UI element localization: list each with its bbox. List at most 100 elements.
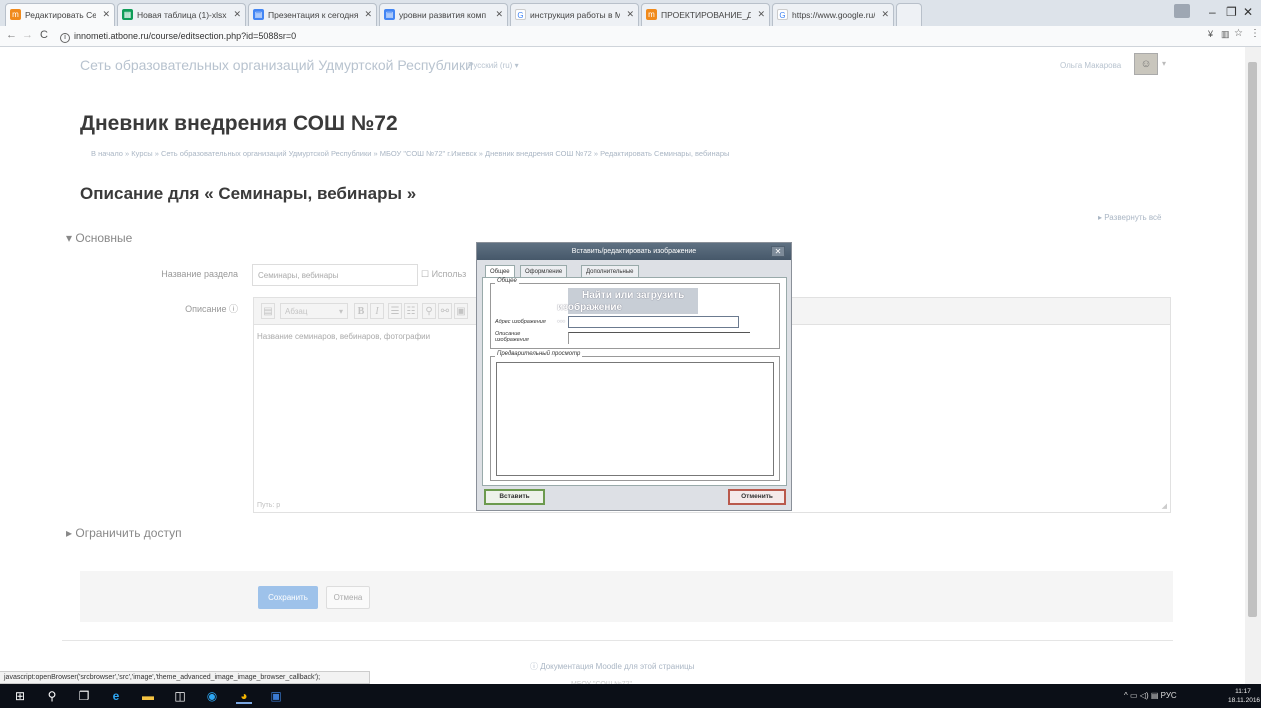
back-icon[interactable]: ← — [6, 29, 17, 41]
restrict-access-toggle[interactable]: ▸ Ограничить доступ — [66, 526, 182, 540]
clock-time: 11:17 — [1235, 688, 1251, 695]
user-name[interactable]: Ольга Макарова — [1060, 61, 1121, 70]
browser-tab-google[interactable]: G https://www.google.ru/u ✕ — [772, 3, 894, 26]
avatar[interactable]: ☺ — [1134, 53, 1158, 75]
save-button[interactable]: Сохранить — [258, 586, 318, 609]
unlink-icon[interactable]: ⚯ — [438, 303, 452, 319]
cancel-button[interactable]: Отмена — [326, 586, 370, 609]
clock[interactable]: 11:17 18.11.2016 — [1228, 687, 1261, 705]
site-header: Сеть образовательных организаций Удмуртс… — [0, 47, 1245, 85]
editor-path: Путь: p — [257, 502, 281, 509]
forward-icon[interactable]: → — [22, 29, 33, 41]
general-section-toggle[interactable]: ▾ Основные — [66, 231, 132, 245]
user-profile-icon[interactable] — [1174, 4, 1190, 18]
edge-icon[interactable]: e — [108, 688, 124, 704]
tab-title: Презентация к сегодня — [268, 10, 358, 20]
expand-all-link[interactable]: ▸ Развернуть всё — [1098, 213, 1161, 222]
volume-icon[interactable]: ◁) — [1140, 691, 1149, 700]
browser-status-bar: javascript:openBrowser('srcbrowser','src… — [0, 671, 370, 684]
link-icon[interactable]: ⚲ — [422, 303, 436, 319]
file-explorer-icon[interactable]: ▬ — [140, 688, 156, 704]
reload-icon[interactable]: C — [40, 29, 48, 41]
bookmark-star-icon[interactable]: ☆ — [1234, 28, 1243, 39]
chevron-up-icon[interactable]: ^ — [1124, 691, 1128, 700]
close-tab-icon[interactable]: ✕ — [102, 9, 110, 20]
resize-handle-icon[interactable]: ◢ — [1162, 502, 1167, 510]
sheets-icon: ▦ — [122, 9, 133, 20]
browser-tab-competence-levels[interactable]: ▤ уровни развития комп ✕ — [379, 3, 508, 26]
form-actions: Сохранить Отмена — [80, 571, 1173, 622]
close-tab-icon[interactable]: ✕ — [881, 9, 889, 20]
task-view-icon[interactable]: ❐ — [76, 688, 92, 704]
italic-button[interactable]: I — [370, 303, 384, 319]
image-alt-label: Описание изображения — [495, 331, 529, 343]
minimize-icon[interactable]: – — [1209, 5, 1216, 19]
tab-title: Редактировать Семина — [25, 10, 96, 20]
scrollbar-thumb[interactable] — [1248, 62, 1257, 617]
numbered-list-icon[interactable]: ☷ — [404, 303, 418, 319]
close-tab-icon[interactable]: ✕ — [364, 9, 372, 20]
image-preview — [496, 362, 774, 476]
dialog-title[interactable]: Вставить/редактировать изображение — [477, 243, 791, 260]
windows-start-icon[interactable]: ⊞ — [12, 688, 28, 704]
preview-legend: Предварительный просмотр — [495, 351, 583, 357]
store-icon[interactable]: ◫ — [172, 688, 188, 704]
url-field[interactable]: i innometi.atbone.ru/course/editsection.p… — [60, 29, 1175, 44]
extension-icon[interactable]: ¥ — [1208, 29, 1213, 39]
breadcrumb[interactable]: В начало » Курсы » Сеть образовательных … — [91, 149, 729, 158]
site-name-link[interactable]: Сеть образовательных организаций Удмуртс… — [80, 57, 473, 73]
close-icon[interactable]: ✕ — [771, 246, 785, 257]
toolbar-toggle-icon[interactable]: ▤ — [261, 303, 275, 319]
close-tab-icon[interactable]: ✕ — [495, 9, 503, 20]
image-url-input[interactable] — [568, 316, 739, 328]
search-icon[interactable]: ⚲ — [44, 688, 60, 704]
word-icon[interactable]: ▣ — [268, 688, 284, 704]
clock-date: 18.11.2016 — [1228, 697, 1261, 704]
close-tab-icon[interactable]: ✕ — [757, 9, 765, 20]
translate-icon[interactable]: ▥ — [1221, 29, 1230, 40]
address-bar-row: ← → C i innometi.atbone.ru/course/editsec… — [0, 26, 1261, 47]
section-name-input[interactable]: Семинары, вебинары — [252, 264, 418, 286]
description-label: Описание ⓘ — [185, 304, 238, 314]
close-window-icon[interactable]: ✕ — [1243, 5, 1253, 19]
notification-icon[interactable]: ▤ — [1151, 691, 1159, 700]
maximize-icon[interactable]: ❐ — [1226, 5, 1237, 19]
browser-tab-presentation[interactable]: ▤ Презентация к сегодня ✕ — [248, 3, 377, 26]
doc-icon: ▤ — [384, 9, 395, 20]
image-icon[interactable]: ▣ — [454, 303, 468, 319]
bullet-list-icon[interactable]: ☰ — [388, 303, 402, 319]
footer-divider — [62, 640, 1173, 641]
moodle-icon: m — [10, 9, 21, 20]
windows-taskbar: ⊞ ⚲ ❐ e ▬ ◫ ◉ ◕ ▣ ^ ▭ ◁) ▤ РУС 11:17 18.… — [0, 684, 1261, 708]
bold-button[interactable]: B — [354, 303, 368, 319]
chrome-icon[interactable]: ◕ — [236, 688, 252, 704]
format-select[interactable]: Абзац ▾ — [280, 303, 348, 319]
language-menu[interactable]: Русский (ru) ▾ — [468, 61, 519, 70]
format-value: Абзац — [285, 307, 308, 316]
chevron-down-icon[interactable]: ▾ — [1162, 59, 1166, 68]
browse-image-button[interactable]: Найти или загрузить изображение ... — [557, 288, 698, 325]
cancel-dialog-button[interactable]: Отменить — [728, 489, 786, 505]
info-icon[interactable]: i — [60, 33, 70, 43]
tab-title: https://www.google.ru/u — [792, 10, 875, 20]
google-icon: G — [515, 9, 526, 20]
editor-content[interactable]: Название семинаров, вебинаров, фотографи… — [257, 332, 430, 341]
close-tab-icon[interactable]: ✕ — [233, 9, 241, 20]
media-icon[interactable]: ◉ — [204, 688, 220, 704]
system-tray[interactable]: ^ ▭ ◁) ▤ РУС — [1124, 691, 1177, 700]
menu-icon[interactable]: ⋮ — [1250, 28, 1260, 39]
network-icon[interactable]: ▭ — [1130, 691, 1138, 700]
use-custom-checkbox[interactable]: ☐ Использ — [421, 269, 466, 280]
browser-tab-spreadsheet[interactable]: ▦ Новая таблица (1)-xlsx ✕ — [117, 3, 246, 26]
section-name-label: Название раздела — [161, 269, 238, 279]
insert-button[interactable]: Вставить — [484, 489, 545, 505]
general-fieldset: Общее Найти или загрузить изображение ..… — [490, 278, 780, 349]
browser-tab-edit-seminars[interactable]: m Редактировать Семина ✕ — [5, 3, 115, 26]
moodle-docs-link[interactable]: ⓘ Документация Moodle для этой страницы — [530, 661, 694, 672]
image-alt-input[interactable] — [568, 332, 750, 344]
new-tab-button[interactable] — [896, 3, 922, 26]
language-indicator[interactable]: РУС — [1161, 691, 1177, 700]
close-tab-icon[interactable]: ✕ — [626, 9, 634, 20]
browser-tab-design[interactable]: m ПРОЕКТИРОВАНИЕ_ДИ ✕ — [641, 3, 770, 26]
browser-tab-instruction[interactable]: G инструкция работы в M ✕ — [510, 3, 639, 26]
